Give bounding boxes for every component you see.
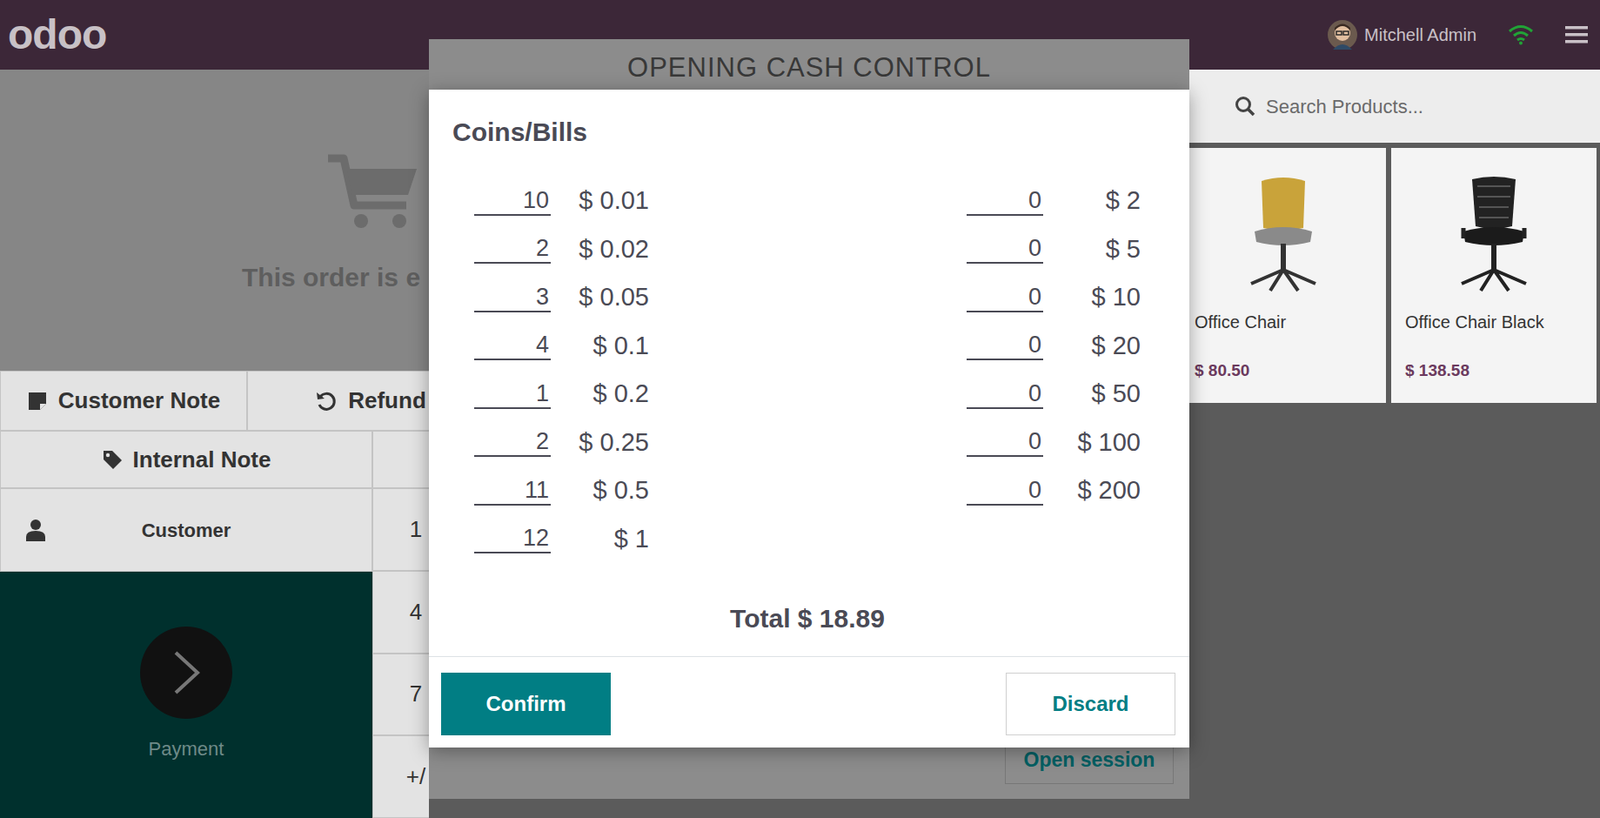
- denomination-label: $ 0.1: [574, 327, 650, 366]
- denomination-row: $ 0.25: [474, 418, 650, 468]
- count-input[interactable]: [966, 282, 1044, 313]
- denomination-row: $ 5: [966, 225, 1141, 275]
- product-card[interactable]: Office Chair Black$ 138.58: [1391, 147, 1597, 403]
- count-input[interactable]: [474, 379, 551, 409]
- denomination-label: $ 0.2: [574, 374, 650, 414]
- denomination-row: $ 10: [966, 273, 1141, 322]
- denomination-label: $ 1: [574, 520, 650, 559]
- numpad-key[interactable]: 4: [372, 570, 429, 654]
- cart-icon: [326, 153, 419, 230]
- denomination-row: $ 20: [966, 321, 1141, 371]
- products-pane: Office Chair$ 80.50Office Chair Black$ 1…: [1178, 69, 1600, 818]
- user-avatar-icon: [1327, 20, 1358, 50]
- customer-note-button[interactable]: Customer Note: [0, 370, 248, 431]
- denomination-row: $ 2: [966, 176, 1141, 226]
- denomination-row: $ 1: [474, 515, 650, 564]
- product-card[interactable]: Office Chair$ 80.50: [1180, 147, 1386, 403]
- chair-icon: [1446, 174, 1542, 296]
- count-input[interactable]: [966, 475, 1044, 506]
- search-bar: [1178, 69, 1600, 143]
- denomination-label: $ 5: [1061, 230, 1141, 269]
- order-pane: This order is e Customer NoteRefundIntern…: [0, 69, 429, 818]
- denomination-row: $ 0.5: [474, 466, 650, 516]
- customer-button[interactable]: Customer: [0, 488, 373, 572]
- denomination-label: $ 0.05: [574, 278, 650, 317]
- user-name[interactable]: Mitchell Admin: [1364, 21, 1477, 48]
- count-input[interactable]: [966, 234, 1044, 264]
- denomination-label: $ 20: [1061, 327, 1141, 366]
- count-input[interactable]: [474, 282, 551, 313]
- odoo-logo[interactable]: odoo: [7, 13, 107, 56]
- numpad-key[interactable]: 7: [372, 653, 429, 737]
- denomination-row: $ 100: [966, 418, 1141, 468]
- product-name: Office Chair: [1180, 295, 1386, 349]
- count-input[interactable]: [474, 475, 551, 506]
- denomination-column: $ 2 $ 5 $ 10 $ 20 $ 50 $ 100 $ 200: [966, 176, 1141, 563]
- product-name: Office Chair Black: [1391, 295, 1597, 349]
- denomination-label: $ 0.01: [574, 181, 650, 221]
- chevron-right-icon: [168, 649, 204, 696]
- denomination-row: $ 200: [966, 466, 1141, 516]
- user-area: Mitchell Admin: [1327, 20, 1588, 50]
- denomination-row: $ 0.2: [474, 369, 650, 419]
- denomination-row: $ 0.1: [474, 321, 650, 371]
- search-input[interactable]: [1264, 91, 1600, 122]
- denomination-label: $ 0.25: [574, 423, 650, 462]
- count-input[interactable]: [966, 330, 1044, 361]
- denomination-column: $ 0.01 $ 0.02 $ 0.05 $ 0.1 $ 0.2 $ 0.25 $ 0.5 $…: [474, 176, 650, 563]
- order-empty-area: This order is e: [0, 69, 429, 371]
- count-input[interactable]: [474, 234, 551, 264]
- action-button[interactable]: [372, 430, 429, 489]
- control-pad: CustomerPayment147+/: [0, 488, 429, 818]
- dialog-footer: Confirm Discard: [428, 656, 1190, 748]
- product-price: $ 138.58: [1391, 348, 1597, 396]
- discard-button[interactable]: Discard: [1005, 672, 1176, 736]
- denomination-grid: $ 0.01 $ 0.02 $ 0.05 $ 0.1 $ 0.2 $ 0.25 $ 0.5 $…: [474, 176, 1141, 563]
- coins-bills-dialog: Coins/Bills$ 0.01$ 0.02$ 0.05$ 0.1$ 0.2$…: [428, 89, 1190, 748]
- cash-total: Total $ 18.89: [474, 601, 1141, 636]
- count-input[interactable]: [474, 330, 551, 361]
- numpad-key[interactable]: 1: [372, 488, 429, 571]
- denomination-label: $ 10: [1061, 278, 1141, 317]
- count-input[interactable]: [474, 186, 551, 216]
- numpad-key[interactable]: +/: [372, 735, 429, 818]
- denomination-row: $ 0.02: [474, 225, 650, 275]
- refund-arrow-icon: [314, 389, 338, 413]
- empty-order-message: This order is e: [0, 261, 429, 294]
- count-input[interactable]: [966, 186, 1044, 216]
- denomination-row: $ 0.01: [474, 176, 650, 226]
- denomination-label: $ 200: [1061, 471, 1141, 510]
- count-input[interactable]: [966, 379, 1044, 409]
- action-row: Internal Note: [0, 430, 429, 489]
- denomination-label: $ 100: [1061, 423, 1141, 462]
- refund-button[interactable]: Refund: [247, 370, 429, 431]
- denomination-row: $ 0.05: [474, 273, 650, 322]
- person-icon: [25, 518, 47, 542]
- note-icon: [26, 390, 48, 412]
- action-row: Customer NoteRefund: [0, 370, 429, 431]
- internal-note-button[interactable]: Internal Note: [0, 430, 373, 489]
- product-price: $ 80.50: [1180, 348, 1386, 396]
- product-list: Office Chair$ 80.50Office Chair Black$ 1…: [1178, 142, 1600, 403]
- numpad: 147+/: [372, 488, 429, 818]
- search-icon: [1234, 95, 1256, 117]
- tag-icon: [101, 448, 123, 470]
- payment-button[interactable]: Payment: [0, 571, 373, 818]
- count-input[interactable]: [474, 427, 551, 457]
- denomination-label: $ 2: [1061, 181, 1141, 221]
- wifi-icon: [1507, 24, 1534, 46]
- chair-icon: [1235, 174, 1332, 296]
- denomination-label: $ 50: [1061, 374, 1141, 414]
- denomination-label: $ 0.02: [574, 230, 650, 269]
- denomination-row: $ 50: [966, 369, 1141, 419]
- confirm-button[interactable]: Confirm: [441, 672, 611, 736]
- dialog-title: Coins/Bills: [452, 113, 1141, 151]
- dialog-title: OPENING CASH CONTROL: [428, 39, 1190, 84]
- count-input[interactable]: [474, 523, 551, 554]
- count-input[interactable]: [966, 427, 1044, 457]
- hamburger-menu-icon[interactable]: [1565, 25, 1588, 45]
- denomination-label: $ 0.5: [574, 471, 650, 510]
